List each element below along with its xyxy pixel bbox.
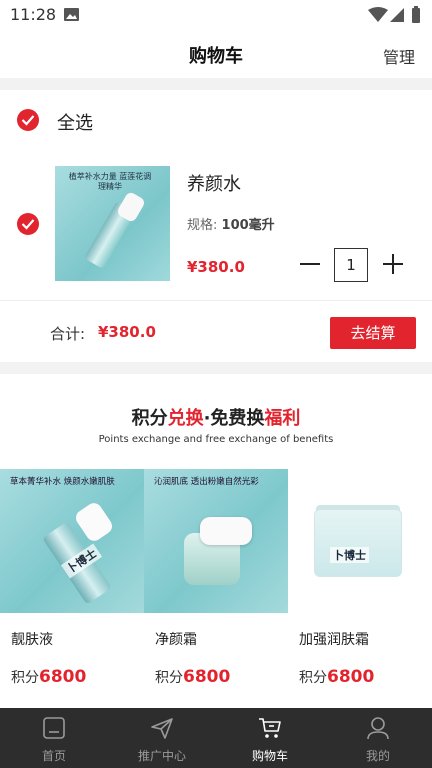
total-label: 合计:	[50, 325, 86, 343]
product-name[interactable]: 加强润肤霜	[299, 629, 369, 649]
select-all-checkbox[interactable]	[17, 109, 39, 131]
promo-title-highlight: 兑换	[167, 408, 204, 429]
total-value: ¥380.0	[98, 323, 156, 341]
tab-promotion-center[interactable]: 推广中心	[108, 708, 216, 768]
tab-label: 购物车	[251, 749, 288, 763]
points-prefix: 积分	[299, 670, 327, 686]
status-time: 11:28	[10, 5, 57, 24]
increase-quantity-button[interactable]	[383, 254, 403, 274]
product-image[interactable]: 草本菁华补水 焕颜水嫩肌肤 卜博士	[0, 469, 144, 613]
points-value: 6800	[183, 667, 231, 687]
promo-subtitle: Points exchange and free exchange of ben…	[98, 434, 334, 445]
bottle-cap-graphic	[72, 500, 116, 544]
image-caption: 沁润肌底 透出粉嫩自然光彩	[154, 477, 259, 487]
points-prefix: 积分	[11, 670, 39, 686]
product-name[interactable]: 净颜霜	[155, 629, 197, 649]
manage-button[interactable]: 管理	[383, 44, 415, 68]
thumbnail-caption: 植萃补水力量 蓝莲花调理精华	[68, 172, 152, 191]
bottom-tab-bar: 首页 推广中心 购物车 我的	[0, 708, 432, 768]
quantity-input[interactable]: 1	[334, 248, 368, 282]
checkout-bar: 合计: ¥380.0 去结算	[0, 300, 432, 362]
exchange-product-card[interactable]: 草本菁华补水 焕颜水嫩肌肤 卜博士 靓肤液 积分6800	[0, 469, 144, 708]
points-price: 积分6800	[11, 667, 86, 687]
page-title: 购物车	[189, 46, 243, 67]
tab-cart[interactable]: 购物车	[216, 708, 324, 768]
image-caption: 草本菁华补水 焕颜水嫩肌肤	[10, 477, 115, 487]
promo-title: 积分兑换·免费换福利	[0, 404, 432, 430]
tab-home[interactable]: 首页	[0, 708, 108, 768]
checkout-button[interactable]: 去结算	[330, 317, 416, 349]
checkmark-icon	[21, 219, 35, 230]
cart-section: 全选 植萃补水力量 蓝莲花调理精华 养颜水 规格: 100毫升 ¥380.0 1	[0, 90, 432, 300]
product-price: ¥380.0	[187, 258, 245, 276]
cream-jar-graphic	[314, 509, 402, 577]
product-spec: 规格: 100毫升	[187, 214, 275, 233]
product-image[interactable]: 沁润肌底 透出粉嫩自然光彩	[144, 469, 288, 613]
top-bar: 购物车 管理	[0, 30, 432, 78]
product-name[interactable]: 养颜水	[187, 170, 241, 196]
tab-profile[interactable]: 我的	[324, 708, 432, 768]
status-bar: 11:28	[0, 0, 432, 30]
points-price: 积分6800	[155, 667, 230, 687]
jar-lid-graphic	[200, 517, 252, 545]
points-value: 6800	[39, 667, 87, 687]
cart-icon	[259, 718, 281, 738]
tab-label: 我的	[365, 749, 390, 763]
product-image[interactable]: 卜博士	[288, 469, 432, 613]
promo-title-highlight: 福利	[264, 408, 301, 429]
item-checkbox[interactable]	[17, 213, 39, 235]
checkmark-icon	[21, 115, 35, 126]
home-icon	[43, 717, 65, 739]
brand-label: 卜博士	[330, 547, 369, 563]
product-name[interactable]: 靓肤液	[11, 629, 53, 649]
exchange-product-card[interactable]: 卜博士 加强润肤霜 积分6800	[288, 469, 432, 708]
paper-plane-icon	[151, 718, 173, 739]
exchange-product-card[interactable]: 沁润肌底 透出粉嫩自然光彩 净颜霜 积分6800	[144, 469, 288, 708]
points-value: 6800	[327, 667, 375, 687]
signal-battery-icons	[368, 6, 420, 23]
points-prefix: 积分	[155, 670, 183, 686]
promo-title-part: 积分	[131, 408, 168, 429]
tab-label: 首页	[41, 749, 66, 763]
image-notification-icon	[64, 8, 79, 21]
spec-label: 规格:	[187, 218, 218, 233]
user-icon	[367, 717, 389, 740]
points-price: 积分6800	[299, 667, 374, 687]
points-exchange-section: 积分兑换·免费换福利 Points exchange and free exch…	[0, 374, 432, 708]
tab-label: 推广中心	[137, 749, 186, 763]
select-all-label[interactable]: 全选	[57, 109, 93, 135]
promo-title-part: ·免费换	[203, 408, 265, 429]
spec-value: 100毫升	[221, 218, 275, 233]
product-thumbnail[interactable]: 植萃补水力量 蓝莲花调理精华	[55, 166, 170, 281]
decrease-quantity-button[interactable]	[300, 254, 320, 274]
